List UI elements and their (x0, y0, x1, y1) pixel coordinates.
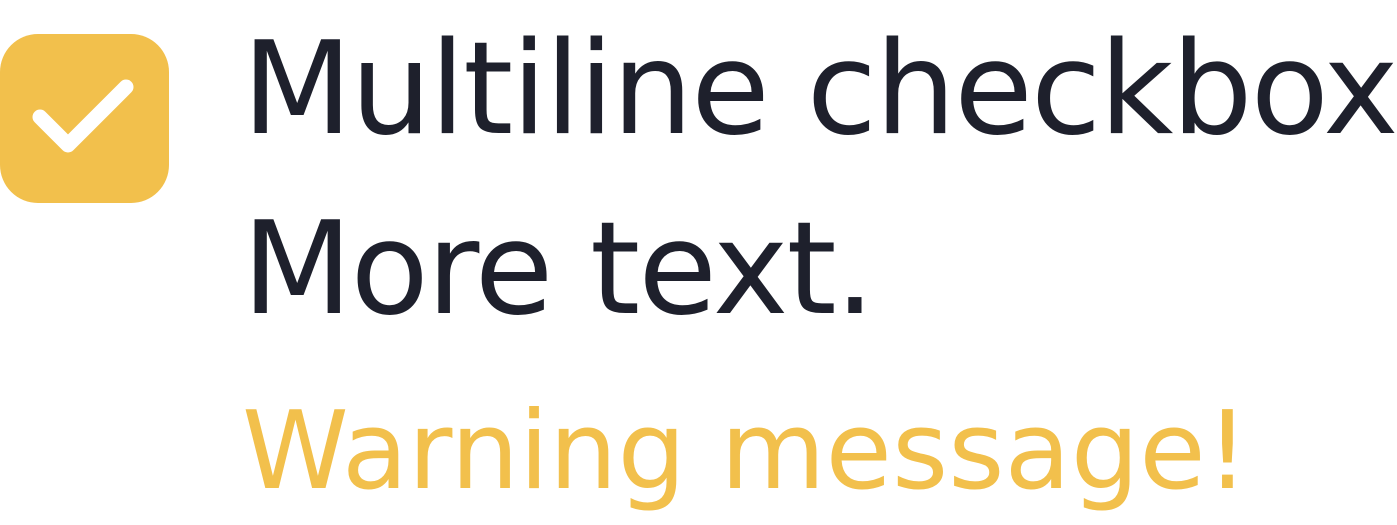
checkbox-control[interactable] (0, 34, 169, 203)
label-line-2: More text. (242, 195, 875, 344)
label-line-1: Multiline checkbox. (242, 15, 1397, 164)
warning-message: Warning message! (242, 389, 1250, 514)
checkbox-svg (0, 34, 169, 203)
checkbox-label[interactable]: Multiline checkbox. More text. (242, 0, 1397, 360)
multiline-checkbox[interactable]: Multiline checkbox. More text. Warning m… (0, 0, 1397, 525)
